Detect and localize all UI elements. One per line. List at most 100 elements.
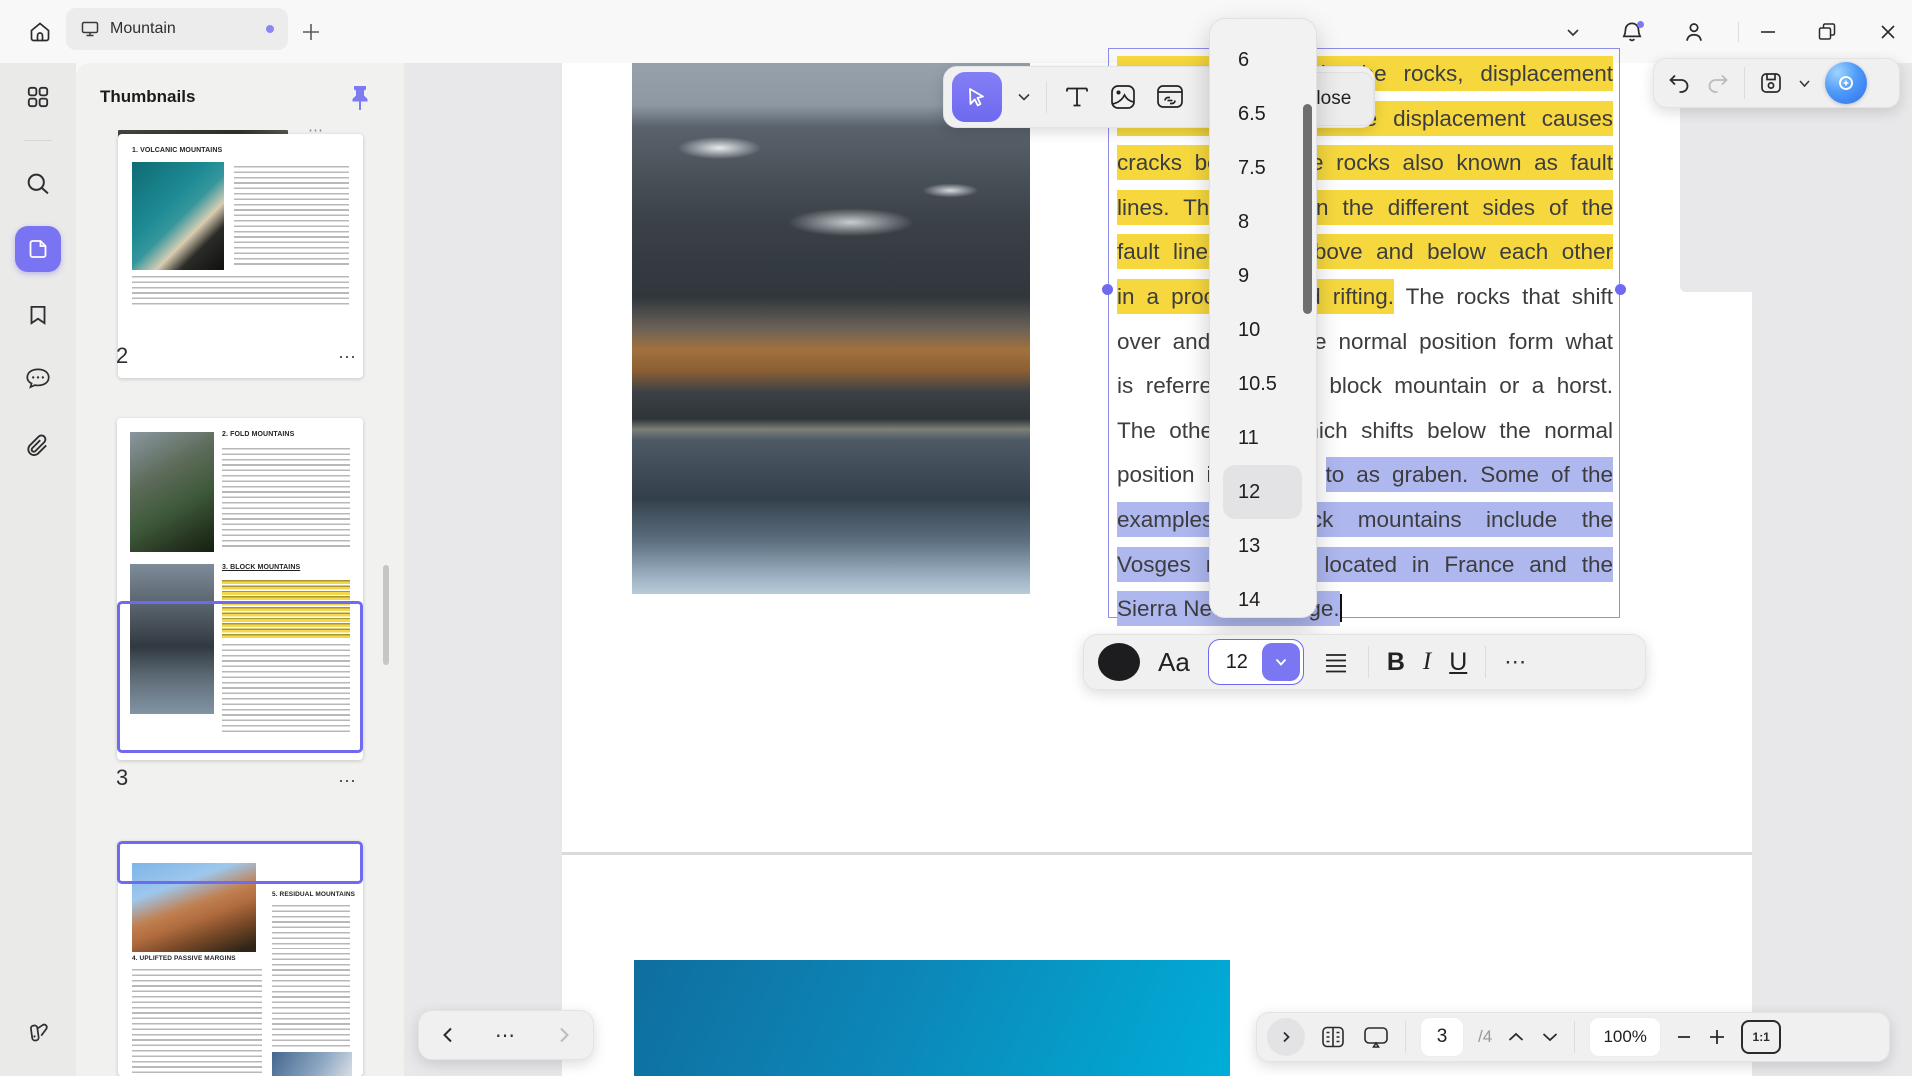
expand-statusbar-button[interactable]	[1267, 1018, 1305, 1056]
ai-assistant-button[interactable]	[1825, 62, 1867, 104]
titlebar: Mountain	[0, 0, 1912, 63]
image-tool-button[interactable]	[1107, 81, 1139, 113]
undo-button[interactable]	[1666, 70, 1692, 96]
fontsize-option[interactable]: 11	[1210, 411, 1316, 465]
page-number-input[interactable]: 3	[1420, 1017, 1464, 1057]
bold-button[interactable]: B	[1387, 648, 1405, 677]
select-tool-button[interactable]	[952, 72, 1002, 122]
text-caret	[1340, 594, 1342, 622]
pin-panel-button[interactable]	[344, 81, 376, 115]
zoom-out-button[interactable]	[1675, 1028, 1693, 1046]
textbox-handle-left[interactable]	[1102, 284, 1113, 295]
document-text-line[interactable]: The other rock which shifts below the no…	[1117, 409, 1613, 454]
rail-item-dashboard[interactable]	[20, 79, 56, 115]
close-window-button[interactable]	[1870, 14, 1906, 50]
document-text-line[interactable]: Vosges mountains located in France and t…	[1117, 543, 1613, 588]
fontsize-option[interactable]: 13	[1210, 519, 1316, 573]
user-icon	[1681, 19, 1707, 45]
font-color-button[interactable]	[1098, 643, 1140, 681]
viewport-rect-page4[interactable]	[117, 841, 363, 884]
fontsize-option[interactable]: 9	[1210, 249, 1316, 303]
restore-button[interactable]	[1809, 14, 1845, 50]
textbox-handle-right[interactable]	[1615, 284, 1626, 295]
thumbnail-menu-button[interactable]: ⋯	[338, 771, 358, 792]
document-text-line[interactable]: cracks between the rocks also known as f…	[1117, 141, 1613, 186]
document-text-line[interactable]: Sierra Nevada Range.	[1117, 587, 1613, 632]
save-options-chevron[interactable]	[1797, 76, 1812, 91]
link-tool-button[interactable]	[1153, 80, 1187, 114]
blue-sky-photo[interactable]	[634, 960, 1230, 1076]
highlighted-text: cracks between the rocks also known as f…	[1117, 145, 1613, 180]
fontsize-option[interactable]: 6	[1210, 33, 1316, 87]
rail-item-bookmarks[interactable]	[20, 297, 56, 333]
font-size-value[interactable]: 12	[1212, 651, 1262, 674]
fontsize-option[interactable]: 6.5	[1210, 87, 1316, 141]
panel-scrollbar[interactable]	[383, 565, 389, 665]
document-text-line[interactable]: fault lines move above and below each ot…	[1117, 230, 1613, 275]
rail-item-appearance[interactable]	[20, 1015, 56, 1051]
zoom-level-input[interactable]: 100%	[1589, 1017, 1661, 1057]
rail-item-attachments[interactable]	[20, 428, 56, 464]
cursor-icon	[965, 85, 989, 109]
previous-page-button[interactable]	[1506, 1027, 1526, 1047]
fontsize-option[interactable]: 12	[1223, 465, 1302, 519]
underline-button[interactable]: U	[1449, 648, 1467, 677]
app-window: Mountain	[0, 0, 1912, 1076]
nav-more-button[interactable]: ⋯	[495, 1023, 517, 1048]
document-text-line[interactable]: lines. The rocks on the different sides …	[1117, 186, 1613, 231]
thumbnail-menu-button[interactable]: ⋯	[338, 347, 358, 368]
thumb-text-lines	[132, 276, 349, 308]
thumb-text-lines	[222, 448, 350, 548]
dropdown-scrollbar[interactable]	[1303, 104, 1312, 314]
document-text-line[interactable]: is referred to as a block mountain or a …	[1117, 364, 1613, 409]
thumbnail-page-2[interactable]: 1. VOLCANIC MOUNTAINS	[118, 134, 363, 378]
fontsize-option[interactable]: 10.5	[1210, 357, 1316, 411]
document-text[interactable]: mass movements in the rocks, displacemen…	[1117, 52, 1613, 632]
rail-item-comments[interactable]	[20, 361, 56, 397]
rail-item-search[interactable]	[20, 166, 56, 202]
font-size-dropdown-button[interactable]	[1262, 643, 1300, 681]
viewport-rect-page3[interactable]	[117, 601, 363, 753]
minimize-button[interactable]	[1750, 14, 1786, 50]
document-text-line[interactable]: over and above the normal position form …	[1117, 320, 1613, 365]
thumb-text-lines	[272, 905, 350, 949]
zoom-in-button[interactable]	[1707, 1027, 1727, 1047]
page-layout-button[interactable]	[1319, 1023, 1347, 1051]
paperclip-icon	[24, 432, 52, 460]
text-format-toolbar: Aa 12 B I U ⋯	[1083, 634, 1646, 690]
prev-button[interactable]	[439, 1026, 457, 1044]
rail-item-thumbnails-active[interactable]	[15, 226, 61, 272]
chevron-down-icon	[1564, 23, 1582, 41]
font-family-button[interactable]: Aa	[1158, 647, 1190, 678]
presentation-mode-button[interactable]	[1361, 1022, 1391, 1052]
save-button[interactable]	[1758, 70, 1784, 96]
sidebar-rail	[0, 63, 76, 1076]
fontsize-dropdown: 66.57.5891010.511121314	[1209, 18, 1317, 618]
next-button-disabled[interactable]	[555, 1026, 573, 1044]
document-text-line[interactable]: examples of block mountains include the	[1117, 498, 1613, 543]
align-justify-button[interactable]	[1322, 648, 1350, 676]
document-text-line[interactable]: in a process called rifting. The rocks t…	[1117, 275, 1613, 320]
more-format-options-button[interactable]: ⋯	[1504, 649, 1527, 675]
fontsize-option[interactable]: 10	[1210, 303, 1316, 357]
actual-size-button[interactable]: 1:1	[1741, 1020, 1781, 1054]
document-text-line[interactable]: position is referred to as graben. Some …	[1117, 453, 1613, 498]
mountain-lake-photo[interactable]	[632, 63, 1030, 594]
new-tab-button[interactable]	[296, 17, 326, 47]
text-tool-button[interactable]	[1061, 81, 1093, 113]
font-size-combo[interactable]: 12	[1208, 639, 1304, 685]
next-page-button[interactable]	[1540, 1027, 1560, 1047]
fontsize-option[interactable]: 8	[1210, 195, 1316, 249]
fontsize-option[interactable]: 7.5	[1210, 141, 1316, 195]
notifications-button[interactable]	[1614, 14, 1650, 50]
account-button[interactable]	[1676, 14, 1712, 50]
home-button[interactable]	[22, 14, 58, 50]
italic-button[interactable]: I	[1423, 648, 1431, 676]
redo-button-disabled[interactable]	[1705, 70, 1731, 96]
fontsize-option[interactable]: 14	[1210, 573, 1316, 627]
document-tab[interactable]: Mountain	[66, 8, 288, 50]
thumb-image-volcanic	[132, 162, 224, 270]
select-tool-chevron[interactable]	[1016, 89, 1032, 105]
close-icon	[1878, 22, 1898, 42]
collapse-toolbar-button[interactable]	[1555, 14, 1591, 50]
